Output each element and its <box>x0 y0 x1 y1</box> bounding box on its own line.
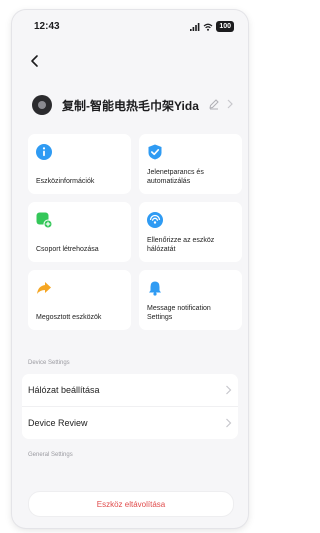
device-avatar <box>32 95 52 115</box>
general-settings-title: General Settings <box>28 452 73 458</box>
network-check-icon <box>147 212 163 228</box>
settings-item-label: Hálózat beállítása <box>28 385 100 395</box>
device-name: 复制-智能电热毛巾架Yida <box>62 98 199 113</box>
tile-label: Ellenőrizze az eszköz hálózatát <box>147 237 215 253</box>
tile-label: Csoport létrehozása <box>36 246 99 253</box>
settings-item-device-review[interactable]: Device Review <box>22 406 238 439</box>
tile-shared-devices[interactable]: Megosztott eszközök <box>28 270 131 330</box>
group-add-icon <box>36 212 52 228</box>
signal-icon <box>190 22 200 31</box>
device-settings-title: Device Settings <box>28 360 70 366</box>
share-icon <box>37 282 51 294</box>
tile-label: Jelenetparancs és automatizálás <box>147 169 204 185</box>
device-header[interactable]: 复制-智能电热毛巾架Yida <box>32 90 238 120</box>
remove-device-button[interactable]: Eszköz eltávolítása <box>28 491 234 517</box>
phone-screen: 12:43 100 复制-智能电热毛巾架Yida Eszközinformáci… <box>12 10 248 528</box>
status-bar: 12:43 100 <box>12 10 248 40</box>
tile-label: Eszközinformációk <box>36 178 95 185</box>
automation-icon <box>148 144 162 160</box>
tile-scene-automation[interactable]: Jelenetparancs és automatizálás <box>139 134 242 194</box>
tile-notification-settings[interactable]: Message notification Settings <box>139 270 242 330</box>
system-icons: 100 <box>190 21 234 32</box>
tile-device-info[interactable]: Eszközinformációk <box>28 134 131 194</box>
status-time: 12:43 <box>34 21 60 32</box>
device-settings-list: Hálózat beállítása Device Review <box>22 374 238 439</box>
info-icon <box>36 144 52 160</box>
tile-label: Megosztott eszközök <box>36 314 102 321</box>
settings-item-label: Device Review <box>28 418 88 428</box>
back-button[interactable] <box>28 54 42 68</box>
tile-network-check[interactable]: Ellenőrizze az eszköz hálózatát <box>139 202 242 262</box>
feature-grid: Eszközinformációk Jelenetparancs és auto… <box>28 134 242 330</box>
chevron-right-icon <box>227 99 233 109</box>
edit-icon[interactable] <box>208 98 220 110</box>
battery-icon: 100 <box>216 21 234 32</box>
bell-icon <box>149 281 161 296</box>
chevron-right-icon <box>226 418 232 428</box>
tile-create-group[interactable]: Csoport létrehozása <box>28 202 131 262</box>
wifi-icon <box>203 23 213 31</box>
chevron-right-icon <box>226 385 232 395</box>
tile-label: Message notification Settings <box>147 305 211 321</box>
settings-item-network[interactable]: Hálózat beállítása <box>22 374 238 406</box>
